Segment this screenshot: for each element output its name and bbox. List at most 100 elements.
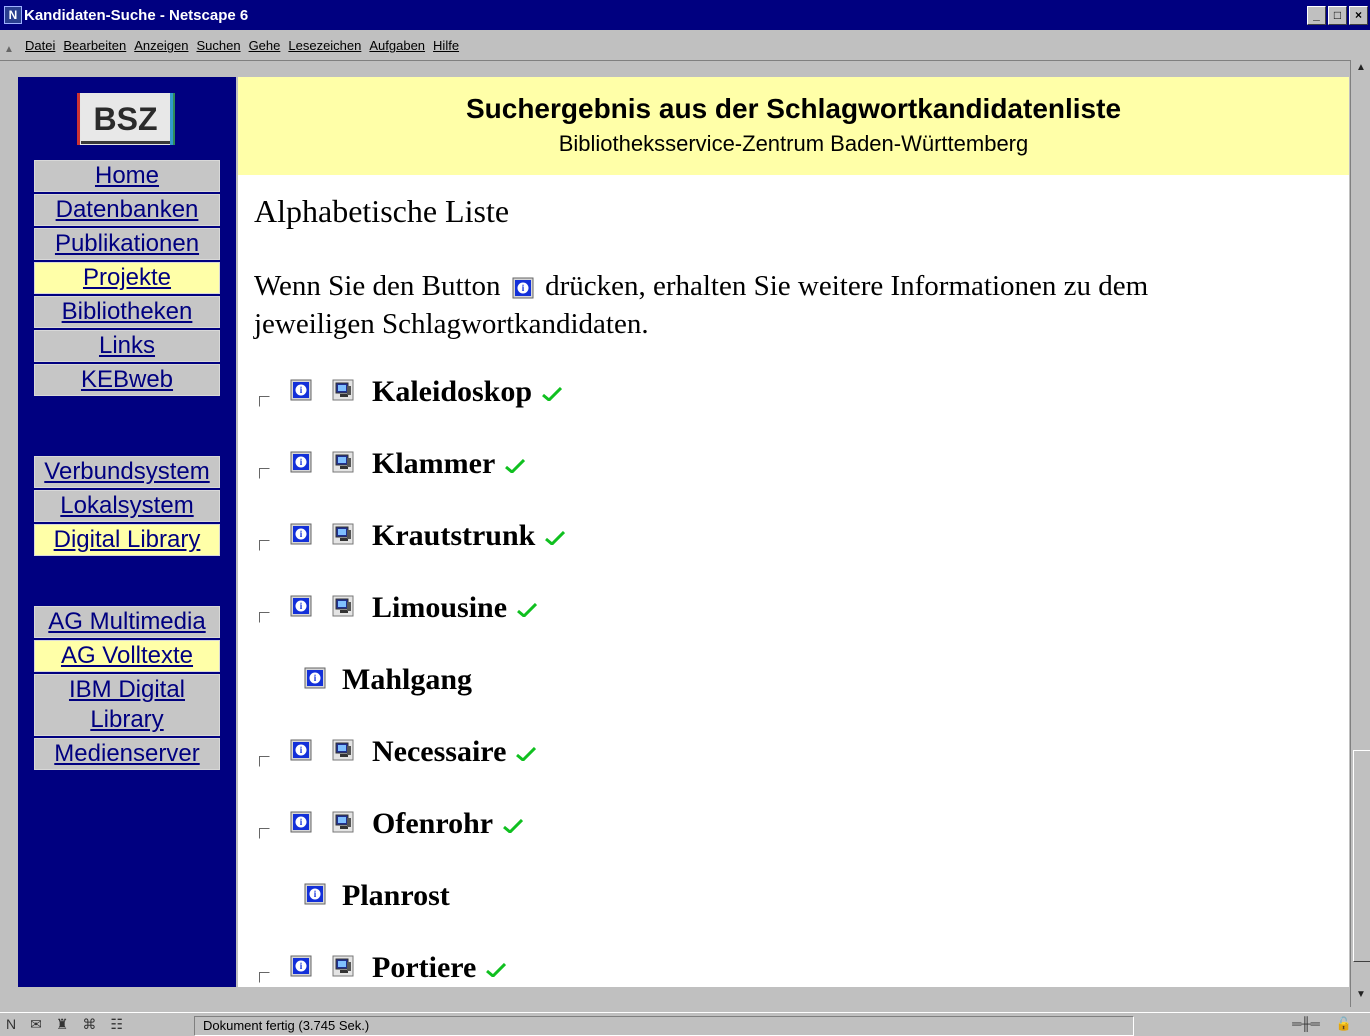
candidate-checkbox[interactable] bbox=[259, 828, 270, 839]
computer-icon[interactable] bbox=[332, 595, 354, 617]
menu-bar: ▲ Datei Bearbeiten Anzeigen Suchen Gehe Lesez… bbox=[0, 30, 1370, 61]
window-title: Kandidaten-Suche - Netscape 6 bbox=[24, 7, 249, 24]
info-icon[interactable]: i bbox=[290, 451, 312, 473]
computer-icon[interactable] bbox=[332, 955, 354, 977]
list-item: i Kaleidoskop bbox=[254, 374, 1254, 446]
sidebar-item-ibm-digital-library[interactable]: IBM Digital Library bbox=[34, 674, 220, 736]
candidate-term-label: Kaleidoskop bbox=[372, 375, 533, 408]
intro-before: Wenn Sie den Button bbox=[254, 270, 501, 302]
sidebar-nav-main: Home Datenbanken Publikationen Projekte Bibl… bbox=[34, 160, 220, 396]
sidebar-item-digital-library[interactable]: Digital Library bbox=[34, 524, 220, 556]
info-icon[interactable]: i bbox=[290, 523, 312, 545]
menu-item-bearbeiten[interactable]: Bearbeiten bbox=[63, 38, 126, 53]
vertical-scrollbar[interactable]: ▲ ▼ bbox=[1350, 60, 1370, 1007]
info-icon[interactable]: i bbox=[290, 595, 312, 617]
list-item: i Klammer bbox=[254, 446, 1254, 518]
sidebar-item-kebweb[interactable]: KEBweb bbox=[34, 364, 220, 396]
sidebar-item-bibliotheken[interactable]: Bibliotheken bbox=[34, 296, 220, 328]
candidate-checkbox[interactable] bbox=[259, 468, 270, 479]
candidate-checkbox[interactable] bbox=[259, 540, 270, 551]
composer-icon[interactable]: ☷ bbox=[110, 1016, 123, 1033]
netscape-icon: N bbox=[4, 6, 22, 24]
menu-grip-icon[interactable]: ▲ bbox=[4, 44, 14, 55]
scroll-down-icon[interactable]: ▼ bbox=[1353, 989, 1369, 1005]
menu-item-datei[interactable]: Datei bbox=[25, 38, 55, 53]
security-lock-icon[interactable]: 🔓 bbox=[1336, 1016, 1352, 1032]
status-icons: N ✉ ♜ ⌘ ☷ bbox=[6, 1016, 123, 1033]
candidate-term-label: Limousine bbox=[372, 591, 508, 624]
minimize-button[interactable]: _ bbox=[1307, 6, 1326, 25]
candidate-checkbox[interactable] bbox=[259, 756, 270, 767]
candidate-term-label: Ofenrohr bbox=[372, 807, 494, 840]
info-icon[interactable]: i bbox=[304, 883, 326, 905]
candidate-term-label: Krautstrunk bbox=[372, 519, 536, 552]
info-icon[interactable]: i bbox=[290, 811, 312, 833]
checkmark-icon bbox=[495, 447, 526, 480]
info-icon[interactable]: i bbox=[304, 667, 326, 689]
intro-text: Wenn Sie den Button i drücken, erhalten … bbox=[254, 267, 1264, 343]
sidebar-item-publikationen[interactable]: Publikationen bbox=[34, 228, 220, 260]
address-book-icon[interactable]: ⌘ bbox=[82, 1016, 96, 1033]
candidate-list: i Kaleidoskop i Klammer i Krautstrunk i Limousi… bbox=[254, 374, 1254, 987]
netscape-status-icon[interactable]: N bbox=[6, 1016, 16, 1033]
checkmark-icon bbox=[535, 519, 566, 552]
menu-item-gehe[interactable]: Gehe bbox=[249, 38, 281, 53]
menu-item-aufgaben[interactable]: Aufgaben bbox=[369, 38, 425, 53]
sidebar-item-ag-multimedia[interactable]: AG Multimedia bbox=[34, 606, 220, 638]
sidebar-item-projekte[interactable]: Projekte bbox=[34, 262, 220, 294]
window-title-bar: N Kandidaten-Suche - Netscape 6 _ □ × bbox=[0, 0, 1370, 30]
candidate-term: Limousine bbox=[372, 591, 538, 625]
candidate-checkbox[interactable] bbox=[259, 972, 270, 983]
sidebar-item-datenbanken[interactable]: Datenbanken bbox=[34, 194, 220, 226]
connection-icon: ═╫═ bbox=[1292, 1016, 1320, 1031]
section-title: Alphabetische Liste bbox=[254, 193, 510, 229]
list-item: i Planrost bbox=[254, 878, 1254, 950]
list-item: i Ofenrohr bbox=[254, 806, 1254, 878]
checkmark-icon bbox=[506, 735, 537, 768]
status-right: ═╫═ 🔓 bbox=[1292, 1016, 1352, 1032]
computer-icon[interactable] bbox=[332, 811, 354, 833]
menu-item-lesezeichen[interactable]: Lesezeichen bbox=[288, 38, 361, 53]
menu-items: Datei Bearbeiten Anzeigen Suchen Gehe Lesezei… bbox=[25, 38, 459, 53]
bsz-logo[interactable]: BSZ bbox=[77, 93, 175, 145]
maximize-button[interactable]: □ bbox=[1328, 6, 1347, 25]
candidate-term-label: Mahlgang bbox=[342, 663, 473, 696]
candidate-term: Necessaire bbox=[372, 735, 537, 769]
status-text: Dokument fertig (3.745 Sek.) bbox=[194, 1016, 1134, 1036]
candidate-term: Ofenrohr bbox=[372, 807, 524, 841]
aim-icon[interactable]: ♜ bbox=[56, 1016, 69, 1033]
sidebar: BSZ Home Datenbanken Publikationen Projekte… bbox=[18, 77, 236, 987]
candidate-term: Mahlgang bbox=[342, 663, 472, 697]
candidate-term: Portiere bbox=[372, 951, 507, 985]
computer-icon[interactable] bbox=[332, 451, 354, 473]
computer-icon[interactable] bbox=[332, 379, 354, 401]
sidebar-item-links[interactable]: Links bbox=[34, 330, 220, 362]
mail-icon[interactable]: ✉ bbox=[30, 1016, 42, 1033]
candidate-checkbox[interactable] bbox=[259, 396, 270, 407]
close-button[interactable]: × bbox=[1349, 6, 1368, 25]
sidebar-item-verbundsystem[interactable]: Verbundsystem bbox=[34, 456, 220, 488]
sidebar-item-medienserver[interactable]: Medienserver bbox=[34, 738, 220, 770]
page-subtitle: Bibliotheksservice-Zentrum Baden-Württem… bbox=[558, 131, 1029, 156]
computer-icon[interactable] bbox=[332, 739, 354, 761]
candidate-checkbox[interactable] bbox=[259, 612, 270, 623]
sidebar-item-ag-volltexte[interactable]: AG Volltexte bbox=[34, 640, 220, 672]
info-icon[interactable]: i bbox=[290, 955, 312, 977]
menu-item-anzeigen[interactable]: Anzeigen bbox=[134, 38, 188, 53]
sidebar-nav-groups: AG Multimedia AG Volltexte IBM Digital Lib… bbox=[34, 606, 220, 770]
menu-item-suchen[interactable]: Suchen bbox=[196, 38, 240, 53]
scroll-up-icon[interactable]: ▲ bbox=[1353, 62, 1369, 78]
scroll-thumb[interactable] bbox=[1353, 750, 1370, 962]
info-icon[interactable]: i bbox=[290, 379, 312, 401]
computer-icon[interactable] bbox=[332, 523, 354, 545]
info-icon[interactable]: i bbox=[290, 739, 312, 761]
sidebar-item-home[interactable]: Home bbox=[34, 160, 220, 192]
candidate-term: Klammer bbox=[372, 447, 526, 481]
main-content: Suchergebnis aus der Schlagwortkandidate… bbox=[238, 77, 1349, 987]
sidebar-item-lokalsystem[interactable]: Lokalsystem bbox=[34, 490, 220, 522]
checkmark-icon bbox=[476, 951, 507, 984]
page-title: Suchergebnis aus der Schlagwortkandidate… bbox=[465, 93, 1122, 124]
menu-item-hilfe[interactable]: Hilfe bbox=[433, 38, 459, 53]
candidate-term-label: Portiere bbox=[372, 951, 477, 984]
info-icon: i bbox=[512, 277, 534, 299]
